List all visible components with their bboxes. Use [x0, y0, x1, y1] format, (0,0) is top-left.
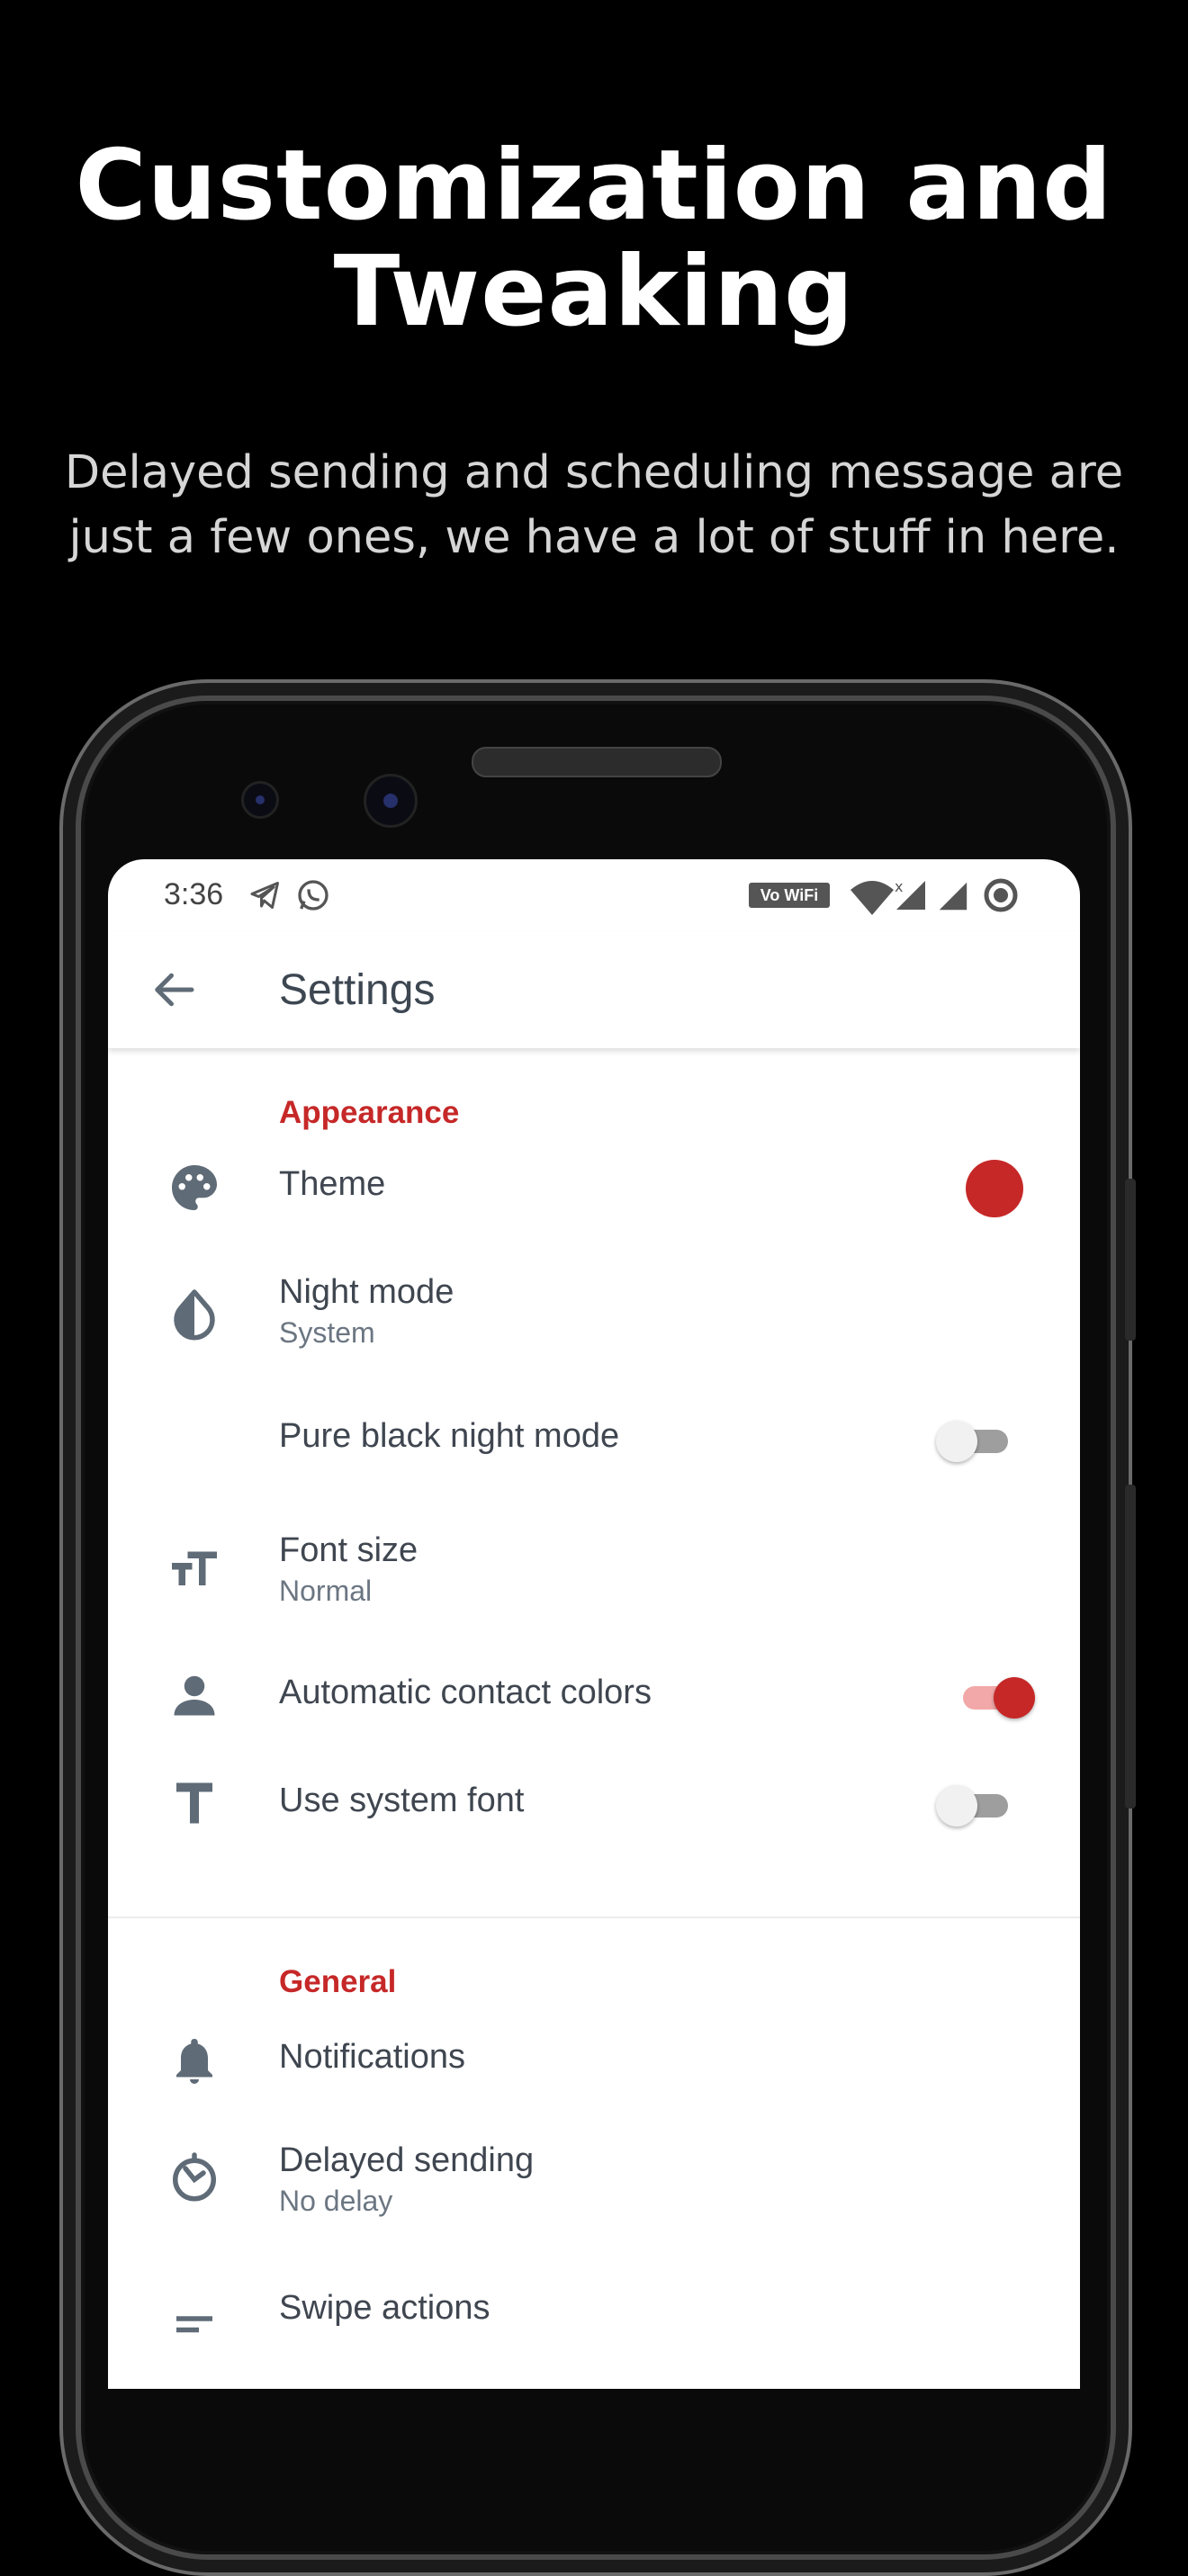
setting-automatic-contact-colors[interactable]: Automatic contact colors	[108, 1647, 1080, 1746]
setting-delayed-sending[interactable]: Delayed sending No delay	[108, 2114, 1080, 2231]
section-header-general: General	[279, 1964, 397, 1999]
setting-label: Automatic contact colors	[279, 1674, 652, 1711]
section-header-appearance: Appearance	[279, 1095, 460, 1130]
svg-text:x: x	[895, 878, 903, 895]
contrast-icon	[174, 1289, 215, 1341]
vowifi-label: Vo WiFi	[760, 886, 819, 904]
phone-side-button	[1125, 1179, 1136, 1341]
setting-night-mode[interactable]: Night mode System	[108, 1255, 1080, 1372]
setting-label: Theme	[279, 1165, 386, 1203]
status-time: 3:36	[164, 877, 224, 911]
telegram-icon	[250, 882, 279, 909]
swipe-lines-icon	[176, 2316, 212, 2333]
toggle-knob	[936, 1421, 977, 1462]
signal-icon: x	[895, 878, 925, 910]
bell-icon	[176, 2039, 212, 2084]
setting-font-size[interactable]: Font size Normal	[108, 1512, 1080, 1629]
setting-label: Night mode	[279, 1273, 454, 1311]
system-font-toggle[interactable]	[936, 1776, 1017, 1830]
setting-label: Font size	[279, 1531, 418, 1569]
setting-theme[interactable]: Theme	[108, 1138, 1080, 1237]
setting-use-system-font[interactable]: Use system font	[108, 1755, 1080, 1853]
page-title: Settings	[279, 966, 436, 1014]
subhead-line-1: Delayed sending and scheduling message a…	[64, 446, 1124, 499]
setting-label: Pure black night mode	[279, 1417, 620, 1455]
app-bar: Settings	[108, 931, 1080, 1048]
phone-speaker	[472, 747, 722, 777]
phone-side-button	[1125, 1485, 1136, 1809]
setting-swipe-actions[interactable]: Swipe actions	[108, 2258, 1080, 2357]
headline-line-2: Tweaking	[333, 236, 855, 348]
back-arrow-icon[interactable]	[151, 965, 200, 1014]
status-bar: 3:36 Vo WiFi x	[108, 859, 1080, 931]
palette-icon	[172, 1165, 217, 1210]
setting-value: System	[279, 1316, 375, 1349]
text-t-icon	[176, 1782, 212, 1824]
timer-icon	[173, 2152, 216, 2202]
app-screen: 3:36 Vo WiFi x Settings Appearance Theme…	[108, 859, 1080, 2389]
promo-subhead: Delayed sending and scheduling message a…	[54, 441, 1134, 570]
vowifi-badge: Vo WiFi	[749, 883, 830, 908]
setting-value: No delay	[279, 2185, 393, 2217]
setting-label: Swipe actions	[279, 2289, 490, 2327]
text-size-icon	[172, 1551, 217, 1585]
whatsapp-icon	[298, 880, 328, 911]
headline-line-1: Customization and	[75, 130, 1113, 242]
subhead-line-2: just a few ones, we have a lot of stuff …	[68, 511, 1120, 564]
auto-contact-colors-toggle[interactable]	[954, 1668, 1035, 1722]
toggle-knob	[994, 1677, 1035, 1719]
camera-icon	[241, 781, 279, 819]
setting-notifications[interactable]: Notifications	[108, 2011, 1080, 2110]
person-icon	[174, 1675, 215, 1716]
signal-icon	[939, 882, 968, 911]
promo-headline: Customization and Tweaking	[0, 133, 1188, 346]
camera-icon	[364, 774, 418, 828]
pure-black-toggle[interactable]	[936, 1412, 1017, 1466]
toggle-knob	[936, 1785, 977, 1827]
section-divider	[108, 1916, 1080, 1918]
setting-value: Normal	[279, 1575, 373, 1607]
theme-color-swatch[interactable]	[966, 1160, 1023, 1217]
circle-status-icon	[984, 878, 1018, 912]
wifi-icon	[850, 881, 894, 915]
setting-pure-black-night-mode[interactable]: Pure black night mode	[108, 1390, 1080, 1489]
setting-label: Delayed sending	[279, 2141, 535, 2179]
setting-label: Use system font	[279, 1782, 525, 1819]
setting-label: Notifications	[279, 2038, 465, 2076]
